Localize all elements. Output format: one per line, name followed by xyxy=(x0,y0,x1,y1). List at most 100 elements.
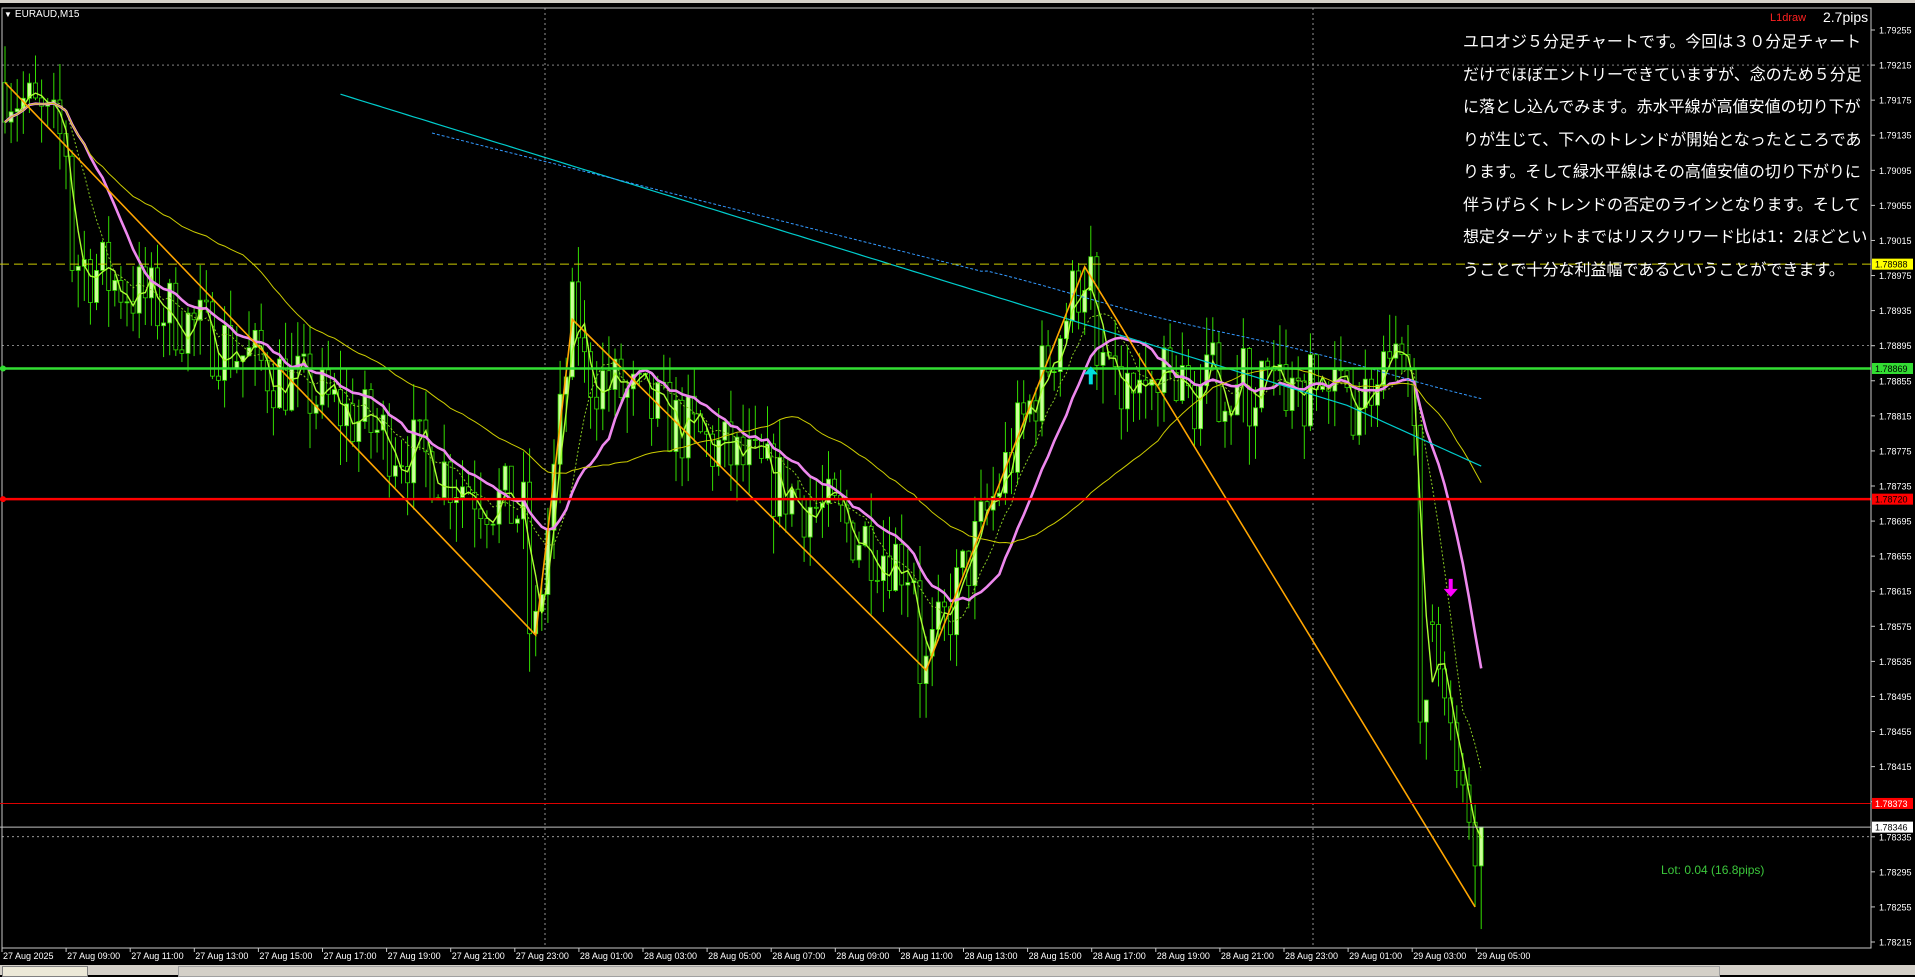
candle-body xyxy=(813,506,819,509)
dropdown-triangle-icon[interactable]: ▼ xyxy=(4,10,12,19)
candle-body xyxy=(1179,365,1185,401)
price-tick-label: 1.78735 xyxy=(1879,482,1912,492)
candle-body xyxy=(75,265,81,271)
candle-body xyxy=(1423,699,1429,723)
candle-body xyxy=(874,579,880,582)
candle-body xyxy=(728,421,734,466)
time-tick-label: 28 Aug 01:00 xyxy=(580,951,633,961)
candle-body xyxy=(1265,360,1271,368)
spread-readout: 2.7pips xyxy=(1823,9,1869,25)
candle-body xyxy=(374,429,380,433)
green-level-anchor xyxy=(0,365,6,372)
candle-body xyxy=(417,419,423,422)
candle-body xyxy=(447,461,453,504)
candle-body xyxy=(1039,345,1045,422)
candle-body xyxy=(179,349,185,354)
price-tick-label: 1.78695 xyxy=(1879,517,1912,527)
candle-body xyxy=(746,439,752,466)
price-tick-label: 1.78455 xyxy=(1879,727,1912,737)
symbol-title: ▼ EURAUD,M15 xyxy=(4,9,80,20)
candle-body xyxy=(1125,372,1130,410)
time-tick-label: 27 Aug 15:00 xyxy=(259,951,312,961)
time-tick-label: 27 Aug 13:00 xyxy=(195,951,248,961)
candle-body xyxy=(270,390,276,409)
price-tick-label: 1.78895 xyxy=(1879,341,1912,351)
candle-body xyxy=(1460,770,1466,786)
candle-body xyxy=(301,353,307,357)
candle-body xyxy=(484,518,490,525)
candle-body xyxy=(33,82,38,99)
candle-body xyxy=(222,325,228,381)
candle-body xyxy=(386,414,392,477)
candle-body xyxy=(1289,377,1295,411)
candle-body xyxy=(978,501,984,522)
candle-body xyxy=(185,312,191,354)
candle-body xyxy=(862,525,868,546)
red-level-badge-label: 1.78720 xyxy=(1875,495,1908,505)
candle-body xyxy=(1430,621,1435,625)
green-level-badge-label: 1.78869 xyxy=(1875,364,1908,374)
tabs-scroll-area[interactable] xyxy=(178,966,1720,977)
candle-body xyxy=(1222,410,1228,422)
chart-tab[interactable] xyxy=(2,966,88,977)
sell-arrow-icon xyxy=(1443,578,1458,597)
lot-readout: Lot: 0.04 (16.8pips) xyxy=(1661,863,1765,877)
candle-body xyxy=(2,82,8,123)
red-target-level-badge-label: 1.78373 xyxy=(1875,799,1908,809)
time-tick-label: 27 Aug 11:00 xyxy=(131,951,183,961)
candle-body xyxy=(338,389,343,427)
time-tick-label: 28 Aug 09:00 xyxy=(836,951,889,961)
candle-body xyxy=(582,337,587,353)
candle-body xyxy=(752,439,758,441)
price-tick-label: 1.78335 xyxy=(1879,832,1912,842)
candle-body xyxy=(1362,378,1368,409)
candle-body xyxy=(1100,352,1106,366)
candle-body xyxy=(203,299,209,303)
time-tick-label: 28 Aug 19:00 xyxy=(1157,951,1210,961)
candle-body xyxy=(1436,624,1441,670)
time-tick-label: 28 Aug 13:00 xyxy=(965,951,1018,961)
price-tick-label: 1.79095 xyxy=(1879,166,1912,176)
candle-body xyxy=(527,481,532,635)
time-tick-label: 28 Aug 23:00 xyxy=(1285,951,1338,961)
time-tick-label: 28 Aug 21:00 xyxy=(1221,951,1274,961)
candle-body xyxy=(685,395,691,459)
price-tick-label: 1.78295 xyxy=(1879,867,1912,877)
price-tick-label: 1.78575 xyxy=(1879,622,1912,632)
price-tick-label: 1.78655 xyxy=(1879,552,1912,562)
price-tick-label: 1.78535 xyxy=(1879,657,1912,667)
time-tick-label: 28 Aug 11:00 xyxy=(900,951,952,961)
price-tick-label: 1.79055 xyxy=(1879,201,1912,211)
time-tick-label: 29 Aug 03:00 xyxy=(1413,951,1466,961)
price-tick-label: 1.78975 xyxy=(1879,271,1912,281)
candle-body xyxy=(1338,369,1344,372)
candle-body xyxy=(618,358,624,398)
price-tick-label: 1.78775 xyxy=(1879,446,1912,456)
zigzag-line xyxy=(4,82,1476,908)
candle-body xyxy=(777,457,783,517)
candle-body xyxy=(106,241,112,291)
candle-body xyxy=(801,498,807,538)
candle-body xyxy=(789,488,795,515)
candle-body xyxy=(356,421,362,442)
time-tick-label: 28 Aug 17:00 xyxy=(1093,951,1146,961)
candle-body xyxy=(917,580,923,684)
candle-body xyxy=(502,465,508,491)
time-tick-label: 29 Aug 01:00 xyxy=(1349,951,1402,961)
candle-body xyxy=(783,457,789,515)
time-tick-label: 27 Aug 09:00 xyxy=(67,951,120,961)
candle-body xyxy=(392,465,398,477)
candle-body xyxy=(161,322,167,327)
candle-body xyxy=(655,382,661,419)
candle-body xyxy=(490,523,496,526)
candle-body xyxy=(1198,385,1203,430)
time-tick-label: 27 Aug 19:00 xyxy=(388,951,441,961)
candle-body xyxy=(100,241,105,271)
candle-body xyxy=(441,461,447,499)
dashed-yellow-level-badge-label: 1.78988 xyxy=(1875,260,1908,270)
time-tick-label: 28 Aug 05:00 xyxy=(708,951,761,961)
candle-body xyxy=(216,375,221,381)
candle-body xyxy=(905,582,911,586)
candle-body xyxy=(112,280,118,291)
time-tick-label: 27 Aug 17:00 xyxy=(324,951,377,961)
